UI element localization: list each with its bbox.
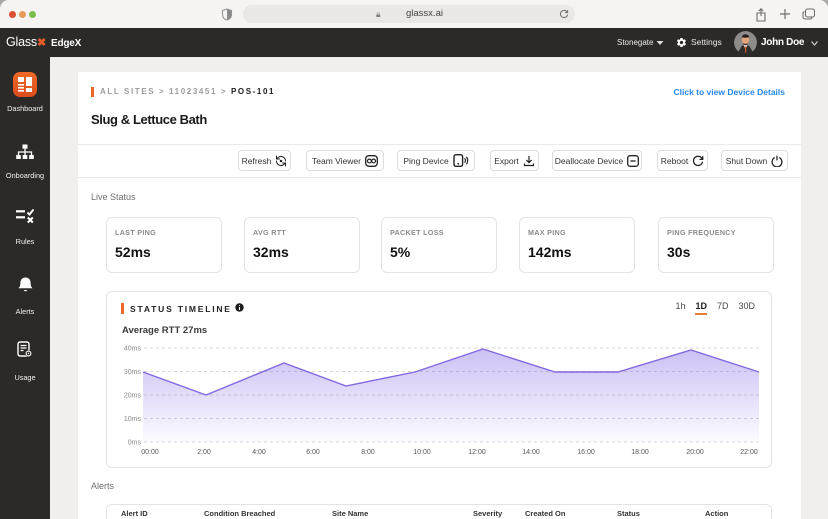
svg-text:10:00: 10:00 (413, 449, 431, 456)
svg-text:8:00: 8:00 (361, 449, 375, 456)
svg-text:14:00: 14:00 (522, 449, 540, 456)
svg-text:4:00: 4:00 (252, 449, 266, 456)
svg-text:2:00: 2:00 (197, 449, 211, 456)
svg-text:40ms: 40ms (124, 346, 142, 353)
svg-text:20:00: 20:00 (686, 449, 704, 456)
svg-text:30ms: 30ms (124, 369, 142, 376)
svg-text:20ms: 20ms (124, 393, 142, 400)
svg-text:16:00: 16:00 (577, 449, 595, 456)
svg-text:0ms: 0ms (128, 440, 142, 447)
svg-text:12:00: 12:00 (468, 449, 486, 456)
svg-text:10ms: 10ms (124, 416, 142, 423)
svg-text:00:00: 00:00 (141, 449, 159, 456)
svg-text:22:00: 22:00 (740, 449, 758, 456)
svg-text:18:00: 18:00 (631, 449, 649, 456)
svg-text:6:00: 6:00 (306, 449, 320, 456)
